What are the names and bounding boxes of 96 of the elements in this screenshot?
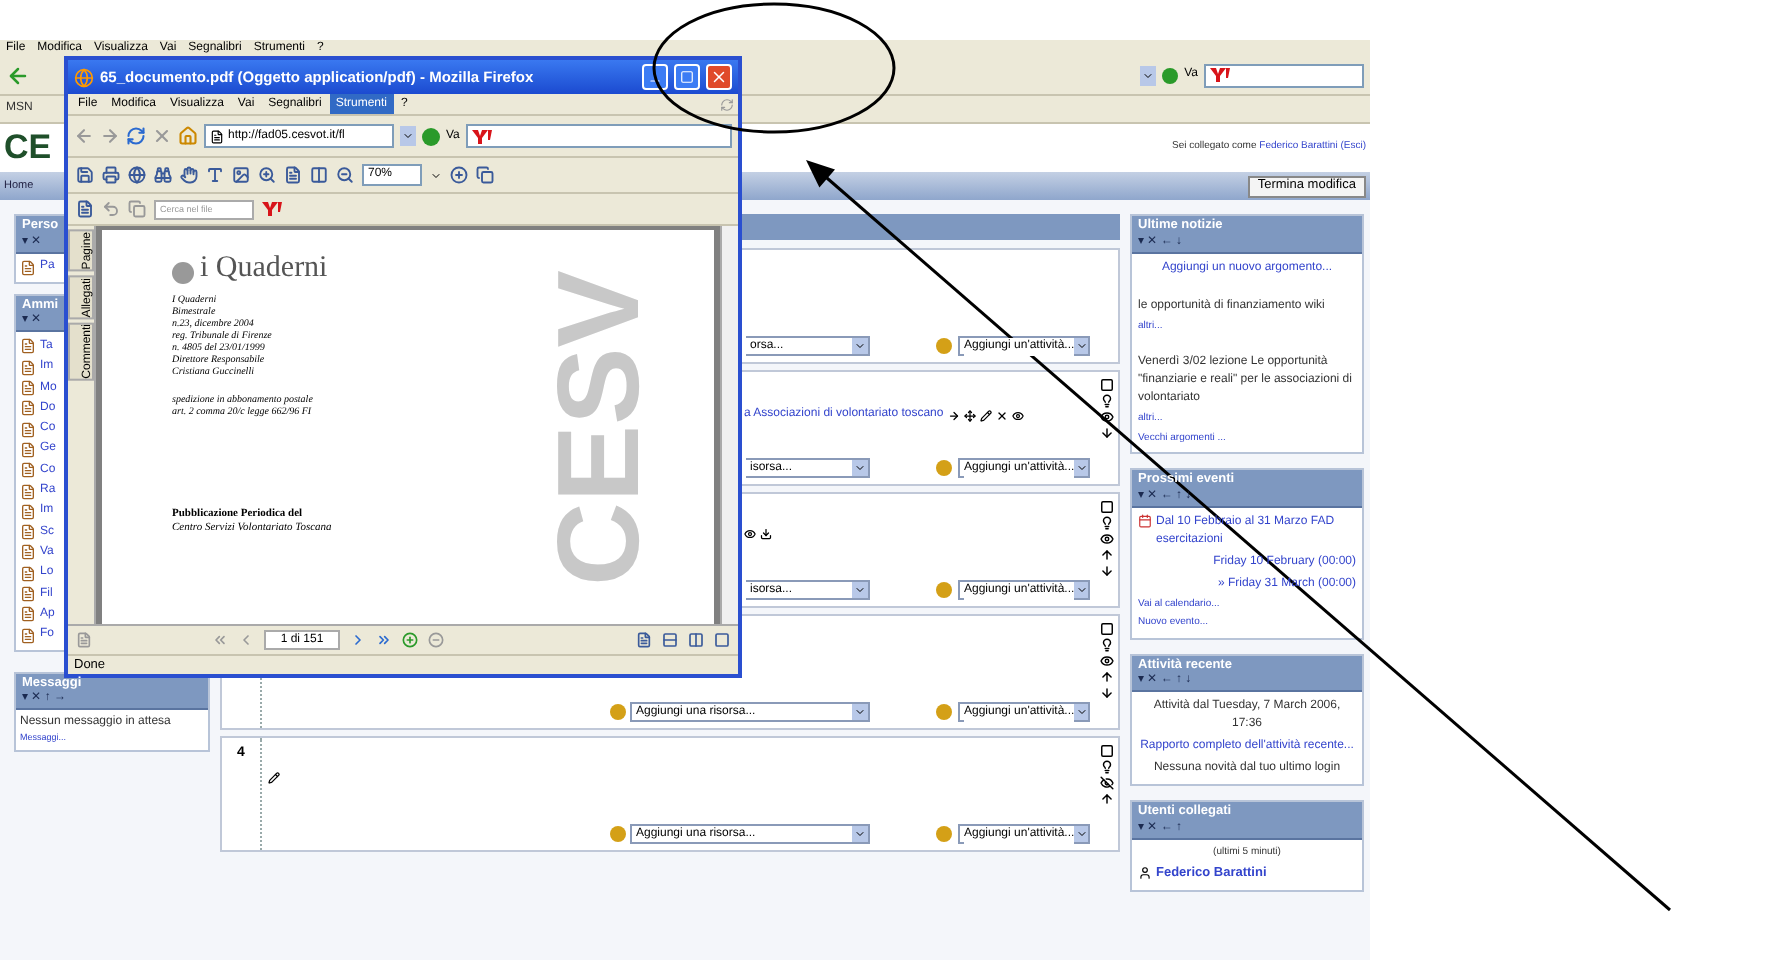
dropdown-icon[interactable]: [1074, 704, 1088, 720]
arrow-down-icon[interactable]: [1099, 686, 1113, 700]
square-icon[interactable]: [1099, 500, 1113, 514]
scrollbar[interactable]: [720, 226, 738, 624]
arrow-up-icon[interactable]: [1099, 792, 1113, 806]
document-icon: [20, 359, 36, 376]
text-select-icon[interactable]: [206, 166, 224, 184]
document-icon: [20, 503, 36, 520]
hand-icon[interactable]: [180, 166, 198, 184]
lightbulb-icon[interactable]: [1099, 394, 1113, 408]
dropdown-icon[interactable]: [1074, 582, 1088, 598]
dropdown-icon[interactable]: [852, 704, 868, 720]
eye-icon[interactable]: [1099, 532, 1113, 546]
arrow-up-icon[interactable]: [1099, 548, 1113, 562]
dropdown-icon[interactable]: [852, 582, 868, 598]
zoom-out-icon[interactable]: [336, 166, 354, 184]
single-page-icon[interactable]: [636, 632, 652, 648]
document-icon: [20, 565, 36, 582]
dropdown-icon[interactable]: [1074, 460, 1088, 476]
lightbulb-icon[interactable]: [1099, 638, 1113, 652]
page-icon: [210, 129, 224, 143]
issue-badge-icon: [172, 262, 194, 284]
arrow-down-icon[interactable]: [1099, 426, 1113, 440]
document-icon: [20, 462, 36, 479]
eye-icon[interactable]: [1099, 410, 1113, 424]
continuous-icon[interactable]: [662, 632, 678, 648]
firefox-icon: [74, 67, 94, 87]
eye-off-icon[interactable]: [1099, 776, 1113, 790]
document-icon: [20, 400, 36, 417]
image-icon[interactable]: [232, 166, 250, 184]
search-icon[interactable]: [154, 166, 172, 184]
go-icon[interactable]: [1162, 67, 1179, 83]
search-field[interactable]: [465, 124, 732, 148]
document-icon: [20, 586, 36, 602]
zoom-in-icon[interactable]: [450, 166, 468, 184]
square-icon[interactable]: [1099, 744, 1113, 758]
maximize-icon[interactable]: [680, 70, 694, 84]
arrow-down-icon[interactable]: [1099, 564, 1113, 578]
eye-icon[interactable]: [744, 528, 756, 540]
printer-icon[interactable]: [102, 166, 120, 184]
document-heading: i Quaderni: [200, 254, 328, 284]
save-icon[interactable]: [76, 166, 94, 184]
logo-icon: [1210, 68, 1230, 82]
logo-icon: [471, 129, 492, 143]
dropdown-icon[interactable]: [852, 460, 868, 476]
go-icon[interactable]: [422, 127, 440, 145]
document-icon: [20, 421, 36, 438]
dropdown-icon[interactable]: [400, 126, 416, 146]
facing-icon[interactable]: [688, 632, 704, 648]
globe-icon[interactable]: [128, 166, 146, 184]
user-icon: [1138, 866, 1152, 881]
search-field[interactable]: [1204, 63, 1364, 87]
document-icon: [20, 627, 36, 644]
dropdown-icon[interactable]: [1074, 338, 1088, 354]
move-icon[interactable]: [963, 409, 976, 421]
close-icon[interactable]: [995, 409, 1008, 421]
pages-icon[interactable]: [476, 166, 494, 184]
page-icon[interactable]: [284, 166, 302, 184]
square-icon[interactable]: [1099, 622, 1113, 636]
fit-width-icon[interactable]: [310, 166, 328, 184]
maximize-button[interactable]: [674, 64, 700, 90]
eye-icon[interactable]: [1011, 409, 1024, 421]
plus-icon[interactable]: [402, 632, 418, 648]
dropdown-icon[interactable]: [852, 338, 868, 354]
pencil-icon[interactable]: [268, 772, 280, 784]
document-icon: [20, 441, 36, 458]
square-icon[interactable]: [1099, 378, 1113, 392]
document-icon: [20, 483, 36, 500]
last-page-icon[interactable]: [376, 632, 392, 648]
document-icon[interactable]: [76, 200, 94, 218]
document-icon: [20, 380, 36, 397]
reload-icon[interactable]: [126, 126, 146, 146]
document-icon: [20, 259, 36, 276]
next-page-icon[interactable]: [350, 632, 366, 648]
arrow-up-icon[interactable]: [1099, 670, 1113, 684]
document-icon: [20, 606, 36, 623]
document-icon: [20, 524, 36, 541]
dropdown-icon[interactable]: [1074, 826, 1088, 842]
zoom-in-icon[interactable]: [258, 166, 276, 184]
site-logo: CE: [4, 126, 52, 171]
dropdown-icon[interactable]: [852, 826, 868, 842]
page-icon[interactable]: [714, 632, 730, 648]
lightbulb-icon[interactable]: [1099, 760, 1113, 774]
lightbulb-icon[interactable]: [1099, 516, 1113, 530]
minimize-icon[interactable]: [648, 74, 662, 88]
back-icon[interactable]: [6, 63, 30, 87]
dropdown-icon[interactable]: [1140, 65, 1157, 85]
document-icon: [20, 544, 36, 561]
pencil-icon[interactable]: [979, 409, 992, 421]
logo-icon: [262, 202, 282, 216]
eye-icon[interactable]: [1099, 654, 1113, 668]
calendar-icon: [1138, 513, 1152, 527]
throbber-icon: [720, 97, 734, 111]
arrow-right-icon[interactable]: [947, 409, 960, 421]
download-icon[interactable]: [760, 528, 772, 540]
document-icon: [20, 338, 36, 355]
